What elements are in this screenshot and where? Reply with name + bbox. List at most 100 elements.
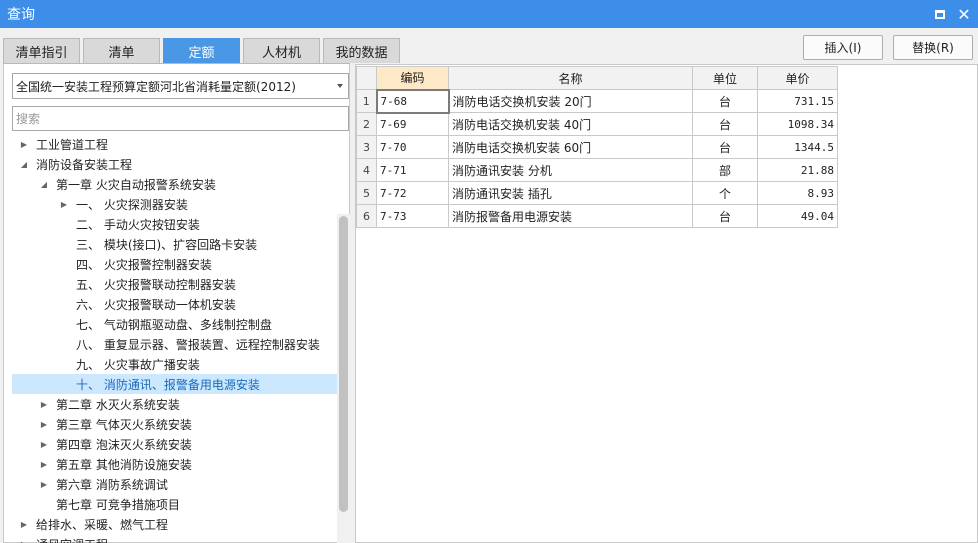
tab-bill[interactable]: 清单 — [83, 38, 160, 63]
tree-node[interactable]: 四、 火灾报警控制器安装 — [12, 254, 337, 274]
collapsed-arrow-icon[interactable]: ▶ — [39, 419, 49, 429]
column-header-code[interactable]: 编码 — [376, 66, 449, 90]
tree-node[interactable]: ▶ 第六章 消防系统调试 — [12, 474, 337, 494]
price-cell[interactable]: 8.93 — [757, 181, 838, 205]
tree-node[interactable]: ▶ 一、 火灾探测器安装 — [12, 194, 337, 214]
code-cell[interactable]: 7-73 — [376, 204, 449, 228]
tree-node[interactable]: 二、 手动火灾按钮安装 — [12, 214, 337, 234]
price-cell[interactable]: 1098.34 — [757, 112, 838, 136]
name-cell[interactable]: 消防通讯安装 插孔 — [448, 181, 693, 205]
row-number[interactable]: 1 — [356, 89, 377, 113]
collapsed-arrow-icon[interactable]: ▶ — [39, 479, 49, 489]
collapsed-arrow-icon[interactable]: ▶ — [19, 139, 29, 149]
tree-node[interactable]: 十、 消防通讯、报警备用电源安装 — [12, 374, 337, 394]
tree-node[interactable]: ▶ 通风空调工程 — [12, 534, 337, 543]
tree-node[interactable]: ▶ 第四章 泡沫灭火系统安装 — [12, 434, 337, 454]
column-header-name[interactable]: 名称 — [448, 66, 693, 90]
collapsed-arrow-icon[interactable]: ▶ — [19, 519, 29, 529]
table-row[interactable]: 6 7-73 消防报警备用电源安装台 49.04 — [356, 204, 838, 228]
close-icon[interactable]: ✕ — [956, 5, 972, 24]
code-cell[interactable]: 7-72 — [376, 181, 449, 205]
left-panel: 全国统一安装工程预算定额河北省消耗量定额(2012) ▶ 工业管道工程 ◢ 消防设备安… — [3, 64, 350, 543]
name-cell[interactable]: 消防通讯安装 分机 — [448, 158, 693, 182]
tree-node[interactable]: ▶ 给排水、采暖、燃气工程 — [12, 514, 337, 534]
table-row[interactable]: 4 7-71 消防通讯安装 分机部 21.88 — [356, 158, 838, 182]
code-cell[interactable]: 7-71 — [376, 158, 449, 182]
collapsed-arrow-icon[interactable]: ▶ — [39, 459, 49, 469]
chapter-tree: ▶ 工业管道工程 ◢ 消防设备安装工程 ◢ 第一章 火灾自动报警系统安装 ▶ 一、 火灾探测器… — [4, 134, 337, 543]
tree-node-label: 一、 火灾探测器安装 — [76, 197, 188, 212]
price-cell[interactable]: 1344.5 — [757, 135, 838, 159]
collapsed-arrow-icon[interactable]: ▶ — [19, 539, 29, 543]
table-row[interactable]: 1 7-68 消防电话交换机安装 20门台 731.15 — [356, 88, 838, 114]
tree-node[interactable]: 第七章 可竞争措施项目 — [12, 494, 337, 514]
collapsed-arrow-icon[interactable]: ▶ — [39, 399, 49, 409]
tree-node[interactable]: 三、 模块(接口)、扩容回路卡安装 — [12, 234, 337, 254]
name-cell[interactable]: 消防电话交换机安装 20门 — [448, 89, 693, 113]
table-header-row: 编码 名称 单位 单价 — [356, 66, 838, 90]
quota-library-select[interactable]: 全国统一安装工程预算定额河北省消耗量定额(2012) — [12, 73, 349, 99]
unit-cell[interactable]: 个 — [692, 181, 758, 205]
name-cell[interactable]: 消防报警备用电源安装 — [448, 204, 693, 228]
unit-cell[interactable]: 台 — [692, 89, 758, 113]
code-cell[interactable]: 7-68 — [375, 88, 450, 114]
collapsed-arrow-icon[interactable]: ▶ — [39, 439, 49, 449]
name-cell[interactable]: 消防电话交换机安装 60门 — [448, 135, 693, 159]
name-cell[interactable]: 消防电话交换机安装 40门 — [448, 112, 693, 136]
tree-node[interactable]: ▶ 第二章 水灭火系统安装 — [12, 394, 337, 414]
unit-cell[interactable]: 台 — [692, 112, 758, 136]
table-row[interactable]: 5 7-72 消防通讯安装 插孔个 8.93 — [356, 181, 838, 205]
tree-node[interactable]: ◢ 第一章 火灾自动报警系统安装 — [12, 174, 337, 194]
tree-node-label: 五、 火灾报警联动控制器安装 — [76, 277, 236, 292]
tree-node-label: 六、 火灾报警联动一体机安装 — [76, 297, 236, 312]
tree-node[interactable]: 八、 重复显示器、警报装置、远程控制器安装 — [12, 334, 337, 354]
tree-node[interactable]: 九、 火灾事故广播安装 — [12, 354, 337, 374]
tree-scrollbar[interactable] — [337, 214, 350, 543]
insert-button[interactable]: 插入(I) — [803, 35, 883, 60]
price-cell[interactable]: 21.88 — [757, 158, 838, 182]
tree-node[interactable]: ▶ 工业管道工程 — [12, 134, 337, 154]
chevron-down-icon — [337, 84, 343, 88]
row-number[interactable]: 4 — [356, 158, 377, 182]
row-number[interactable]: 3 — [356, 135, 377, 159]
maximize-icon[interactable] — [932, 6, 948, 22]
expanded-arrow-icon[interactable]: ◢ — [39, 179, 49, 189]
price-cell[interactable]: 731.15 — [757, 89, 838, 113]
tree-node-label: 四、 火灾报警控制器安装 — [76, 257, 212, 272]
row-number[interactable]: 6 — [356, 204, 377, 228]
table-row[interactable]: 2 7-69 消防电话交换机安装 40门台 1098.34 — [356, 112, 838, 136]
replace-button[interactable]: 替换(R) — [893, 35, 973, 60]
code-cell[interactable]: 7-69 — [376, 112, 449, 136]
row-number[interactable]: 5 — [356, 181, 377, 205]
unit-cell[interactable]: 部 — [692, 158, 758, 182]
table-row[interactable]: 3 7-70 消防电话交换机安装 60门台 1344.5 — [356, 135, 838, 159]
tree-node-label: 第五章 其他消防设施安装 — [56, 457, 192, 472]
tree-node[interactable]: 七、 气动钢瓶驱动盘、多线制控制盘 — [12, 314, 337, 334]
collapsed-arrow-icon[interactable]: ▶ — [59, 199, 69, 209]
column-header-price[interactable]: 单价 — [757, 66, 838, 90]
column-header-unit[interactable]: 单位 — [692, 66, 758, 90]
tree-node-label: 第三章 气体灭火系统安装 — [56, 417, 192, 432]
tree-node[interactable]: ▶ 第三章 气体灭火系统安装 — [12, 414, 337, 434]
tab-bill-guide[interactable]: 清单指引 — [3, 38, 80, 63]
tree-node-label: 工业管道工程 — [36, 137, 109, 152]
tree-node-label: 第四章 泡沫灭火系统安装 — [56, 437, 192, 452]
tree-node-label: 十、 消防通讯、报警备用电源安装 — [76, 377, 260, 392]
row-number[interactable]: 2 — [356, 112, 377, 136]
expanded-arrow-icon[interactable]: ◢ — [19, 159, 29, 169]
tree-node[interactable]: 五、 火灾报警联动控制器安装 — [12, 274, 337, 294]
tab-strip: 清单指引 清单 定额 人材机 我的数据 — [3, 38, 403, 64]
tree-node[interactable]: ▶ 第五章 其他消防设施安装 — [12, 454, 337, 474]
tab-quota[interactable]: 定额 — [163, 38, 240, 63]
price-cell[interactable]: 49.04 — [757, 204, 838, 228]
unit-cell[interactable]: 台 — [692, 204, 758, 228]
query-dialog: 查询 ✕ 清单指引 清单 定额 人材机 我的数据 插入(I) 替换(R) 全国统… — [0, 0, 978, 543]
tree-node[interactable]: 六、 火灾报警联动一体机安装 — [12, 294, 337, 314]
unit-cell[interactable]: 台 — [692, 135, 758, 159]
code-cell[interactable]: 7-70 — [376, 135, 449, 159]
tab-labor-material-machine[interactable]: 人材机 — [243, 38, 320, 63]
scrollbar-thumb[interactable] — [339, 216, 348, 512]
tab-my-data[interactable]: 我的数据 — [323, 38, 400, 63]
tree-node[interactable]: ◢ 消防设备安装工程 — [12, 154, 337, 174]
search-input[interactable] — [12, 106, 349, 131]
